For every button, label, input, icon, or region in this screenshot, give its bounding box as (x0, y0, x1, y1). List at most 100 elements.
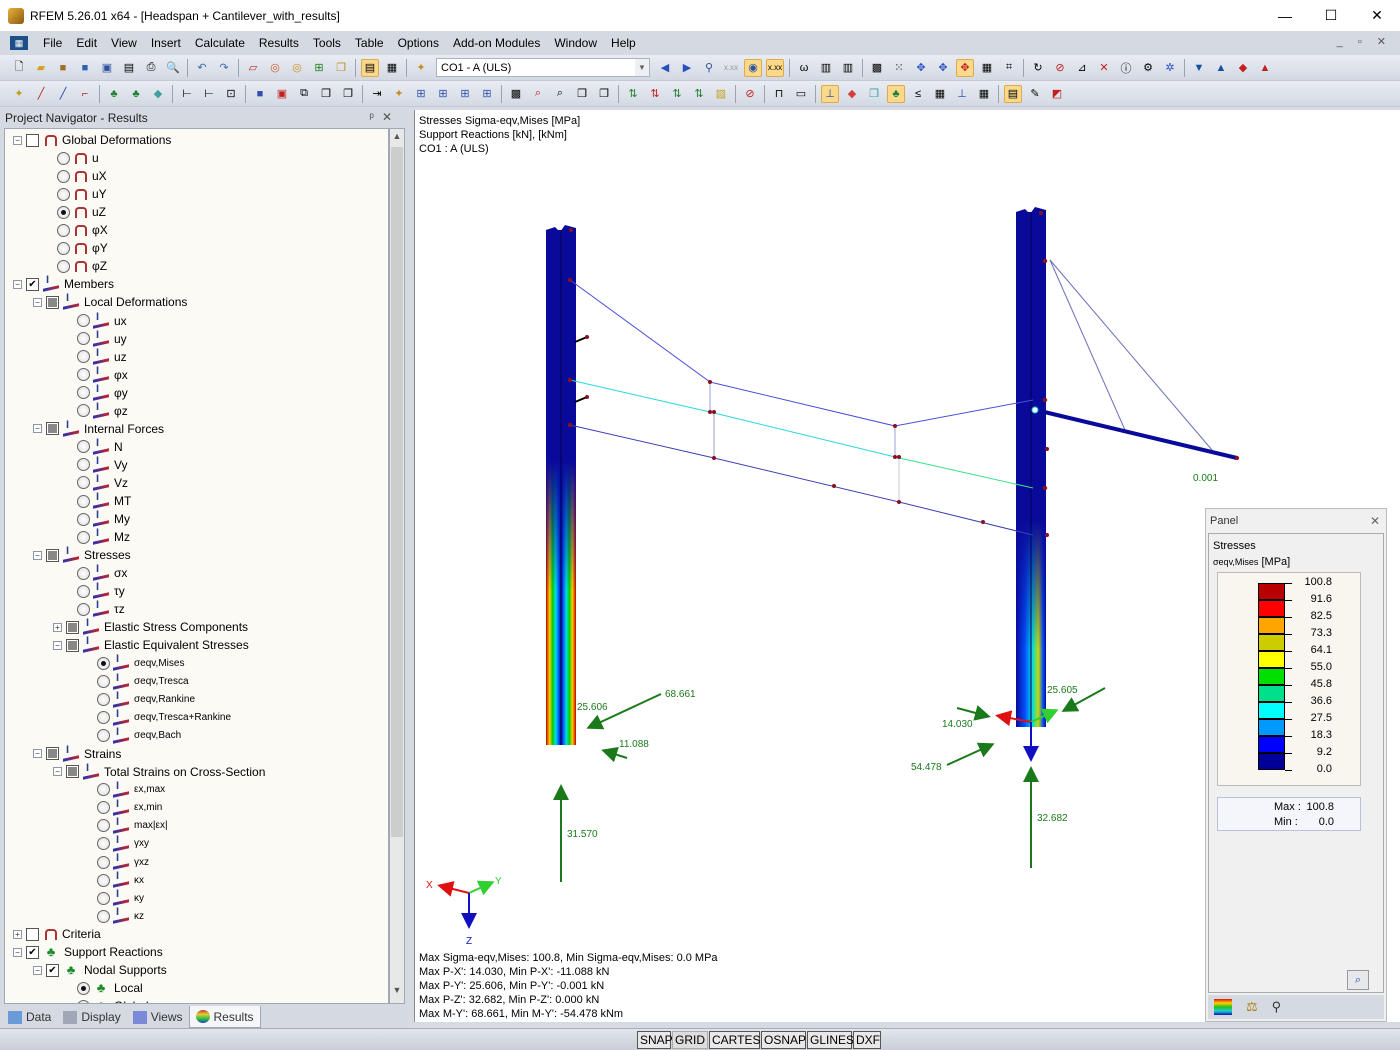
radio-button[interactable] (97, 693, 110, 707)
menu-tools[interactable]: Tools (306, 36, 348, 50)
radio-button[interactable] (77, 314, 90, 327)
member-icon[interactable]: ╱ (54, 85, 72, 103)
result-table-2-icon[interactable]: ▥ (839, 59, 857, 77)
load-case-combo[interactable]: CO1 - A (ULS) ▼ (436, 58, 650, 77)
support-reactions-icon[interactable]: ♣ (887, 84, 905, 103)
tree-item[interactable]: κz (97, 906, 144, 925)
tree-item[interactable]: uy (77, 329, 127, 348)
tree-item[interactable]: −✔ Members (13, 274, 114, 293)
color-scale-tab-icon[interactable] (1214, 999, 1232, 1015)
tree-item[interactable]: + Criteria (13, 925, 101, 943)
frame-result-icon[interactable]: ⊓ (770, 85, 788, 103)
load-node-icon[interactable]: ✦ (390, 85, 408, 103)
tree-item[interactable]: Vz (77, 473, 128, 492)
clipboard-icon[interactable]: ▤ (120, 59, 138, 77)
tree-item[interactable]: − ✔ ♣ Nodal Supports (33, 961, 167, 979)
document-icon[interactable]: ▦ (10, 36, 28, 50)
load-red-2-icon[interactable]: ▲ (1256, 59, 1274, 77)
tree-item[interactable]: − ✔ ♣ Support Reactions (13, 943, 163, 961)
tree-item[interactable]: φx (77, 365, 128, 384)
status-toggle-cartes[interactable]: CARTES (709, 1031, 760, 1049)
section-icon[interactable]: ⊘ (741, 85, 759, 103)
collapse-icon[interactable]: − (53, 640, 62, 650)
view-neg-x-icon[interactable]: ⇅ (690, 85, 708, 103)
menu-insert[interactable]: Insert (144, 36, 188, 50)
tab-results[interactable]: Results (188, 1006, 261, 1028)
menu-results[interactable]: Results (252, 36, 306, 50)
view-wire-icon[interactable]: ▩ (507, 85, 525, 103)
color-scale-icon[interactable]: ◩ (1048, 85, 1066, 103)
tree-item[interactable]: κx (97, 870, 144, 889)
tree-item[interactable]: φX (57, 221, 108, 239)
delete-icon[interactable]: ✕ (1095, 59, 1113, 77)
load-case-icon[interactable]: ✦ (412, 59, 430, 77)
support-down-icon[interactable]: ▼ (1190, 59, 1208, 77)
checkbox[interactable] (46, 295, 59, 309)
select-target-icon[interactable]: ◎ (288, 59, 306, 77)
modules-icon[interactable]: ✲ (1161, 59, 1179, 77)
checkbox[interactable]: ✔ (46, 963, 59, 977)
open-model-icon[interactable]: ■ (76, 59, 94, 77)
tab-data[interactable]: Data (2, 1006, 57, 1028)
show-results-toggle-icon[interactable]: ◉ (744, 58, 762, 77)
zoom-icon[interactable]: ⌕ (551, 85, 569, 103)
radio-button[interactable] (77, 981, 90, 995)
scroll-thumb[interactable] (391, 147, 403, 837)
polyline-icon[interactable]: ⌐ (76, 85, 94, 103)
status-toggle-glines[interactable]: GLINES (807, 1031, 854, 1049)
status-toggle-snap[interactable]: SNAP (637, 1031, 673, 1049)
maximize-button[interactable]: ☐ (1308, 0, 1354, 31)
save-icon[interactable]: ▣ (98, 59, 116, 77)
grid-points-icon[interactable]: ⁙ (890, 59, 908, 77)
show-tables-icon[interactable]: ▦ (383, 59, 401, 77)
tree-item[interactable]: + Elastic Stress Components (53, 617, 248, 636)
radio-button[interactable] (97, 837, 110, 851)
new-file-icon[interactable]: 🗋 (10, 59, 28, 77)
view-iso-icon[interactable]: ✥ (956, 58, 974, 77)
next-case-icon[interactable]: ▶ (678, 59, 696, 77)
radio-button[interactable] (77, 350, 90, 364)
redo-icon[interactable]: ↷ (215, 59, 233, 77)
panel-close-icon[interactable]: ✕ (1370, 514, 1380, 528)
collapse-icon[interactable]: − (33, 965, 42, 975)
pin-icon[interactable]: ᵖ (369, 110, 382, 124)
tree-item[interactable]: εx,min (97, 798, 162, 817)
radio-button[interactable] (57, 205, 70, 219)
view-y-dir-icon[interactable]: ⇅ (646, 85, 664, 103)
tree-item[interactable]: uY (57, 185, 107, 203)
status-toggle-osnap[interactable]: OSNAP (761, 1031, 806, 1049)
checkbox[interactable] (66, 620, 79, 634)
tree-item[interactable]: φy (77, 383, 128, 402)
right-column[interactable] (1016, 207, 1046, 727)
radio-button[interactable] (77, 440, 90, 454)
tree-item[interactable]: γxy (97, 834, 149, 853)
tree-item[interactable]: − Elastic Equivalent Stresses (53, 635, 249, 654)
minimize-button[interactable]: — (1262, 0, 1308, 31)
tree-item[interactable]: − Global Deformations (13, 131, 171, 149)
menu-add-on-modules[interactable]: Add-on Modules (446, 36, 547, 50)
tab-views[interactable]: Views (127, 1006, 189, 1028)
undo-icon[interactable]: ↶ (193, 59, 211, 77)
radio-button[interactable] (77, 602, 90, 616)
checkbox[interactable] (26, 133, 39, 147)
hinge-node[interactable] (1031, 406, 1039, 414)
tree-item[interactable]: uz (77, 347, 127, 366)
radio-button[interactable] (77, 458, 90, 472)
tree-item[interactable]: φY (57, 239, 108, 257)
left-column[interactable] (546, 225, 576, 745)
tree-item[interactable]: γxz (97, 852, 149, 871)
tree-item[interactable]: − Local Deformations (33, 292, 187, 311)
radio-button[interactable] (57, 187, 70, 201)
menu-window[interactable]: Window (547, 36, 604, 50)
dimension-xx-icon[interactable]: ⊢ (200, 85, 218, 103)
tree-item[interactable]: κy (97, 888, 144, 907)
scroll-up-icon[interactable]: ▲ (390, 131, 404, 147)
tree-item[interactable]: u (57, 149, 99, 167)
tree-item[interactable]: ♣Global (77, 997, 149, 1003)
checkbox[interactable] (66, 638, 79, 652)
opening-icon[interactable]: ▣ (273, 85, 291, 103)
radio-button[interactable] (97, 729, 110, 743)
iso-view-icon[interactable]: ❒ (573, 85, 591, 103)
cantilever-arm[interactable] (1035, 408, 1238, 460)
radio-button[interactable] (97, 711, 110, 725)
